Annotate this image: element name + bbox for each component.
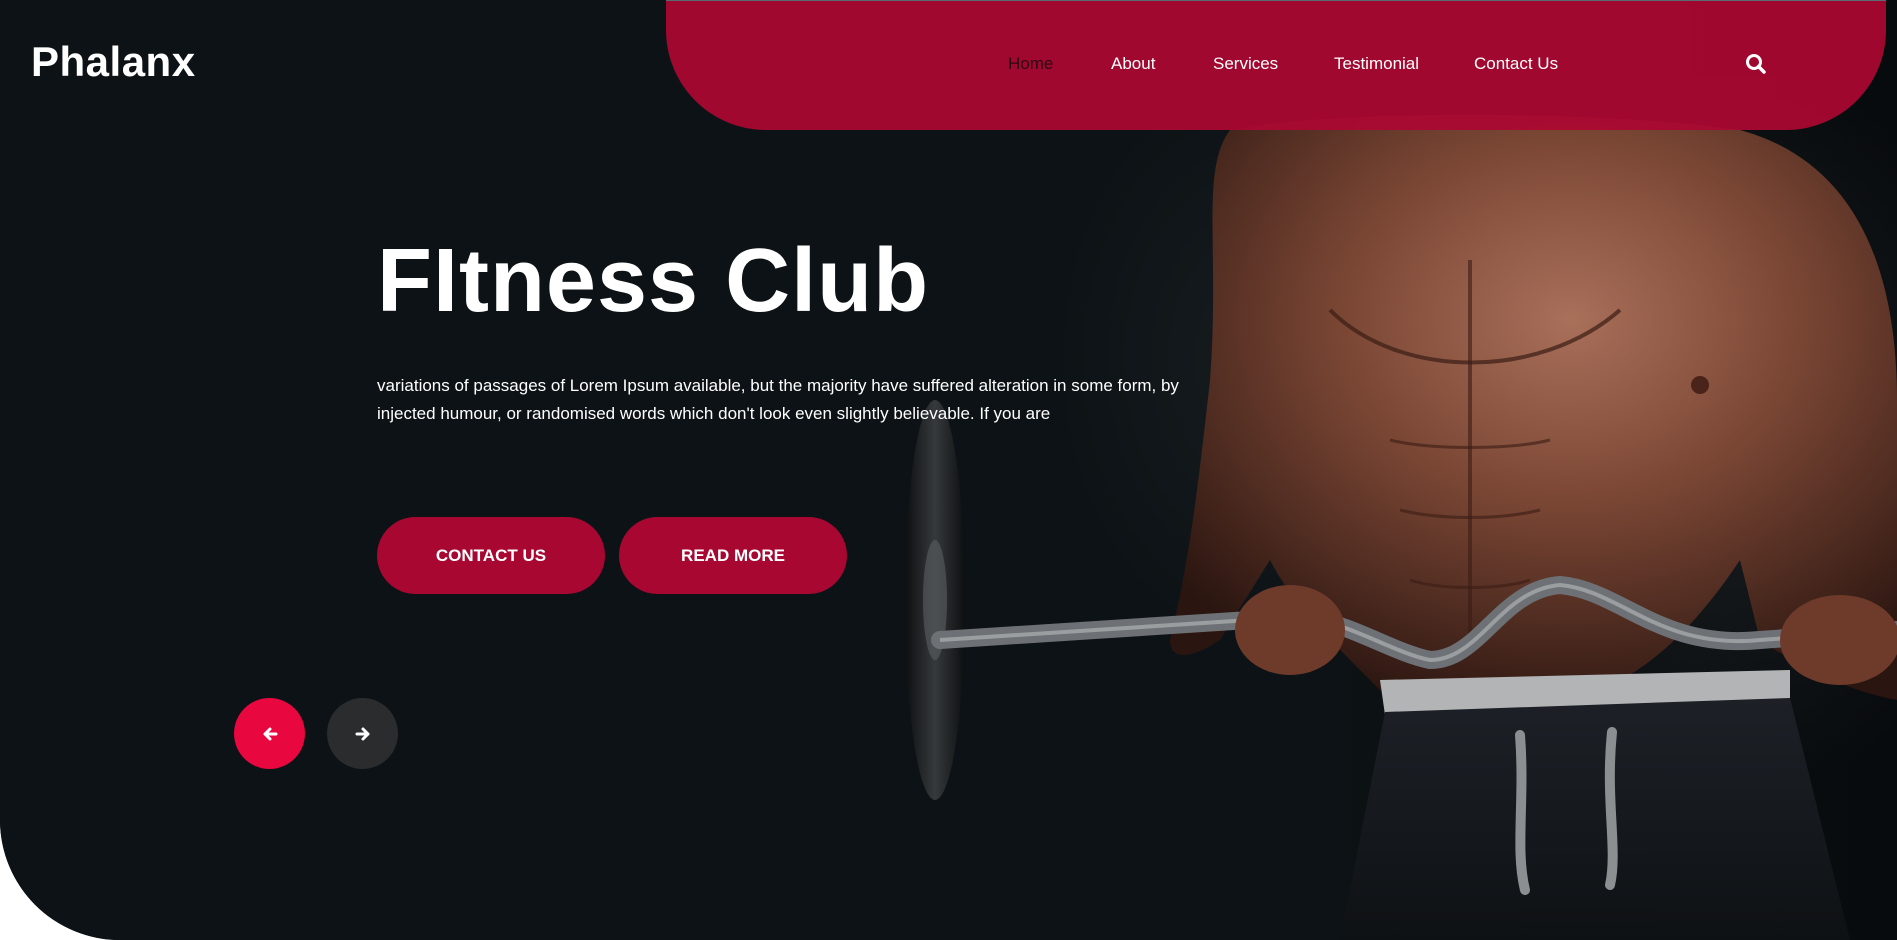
arrow-left-icon [263,727,277,740]
nav-item-home[interactable]: Home [1008,54,1053,74]
slider-prev-button[interactable] [234,698,305,769]
contact-us-button[interactable]: CONTACT US [377,517,605,594]
search-icon[interactable] [1745,53,1767,75]
read-more-button[interactable]: READ MORE [619,517,847,594]
hero-title: FItness Club [377,231,930,331]
athlete-image [905,115,1897,940]
brand-logo[interactable]: Phalanx [31,38,196,86]
nav-item-testimonial[interactable]: Testimonial [1334,54,1419,74]
nav-item-contact[interactable]: Contact Us [1474,54,1558,74]
nav-item-services[interactable]: Services [1213,54,1278,74]
hero-description: variations of passages of Lorem Ipsum av… [377,376,1179,423]
hero-section: Phalanx Home About Services Testimonial … [0,0,1897,940]
nav-item-about[interactable]: About [1111,54,1155,74]
arrow-right-icon [355,727,369,740]
slider-next-button[interactable] [327,698,398,769]
